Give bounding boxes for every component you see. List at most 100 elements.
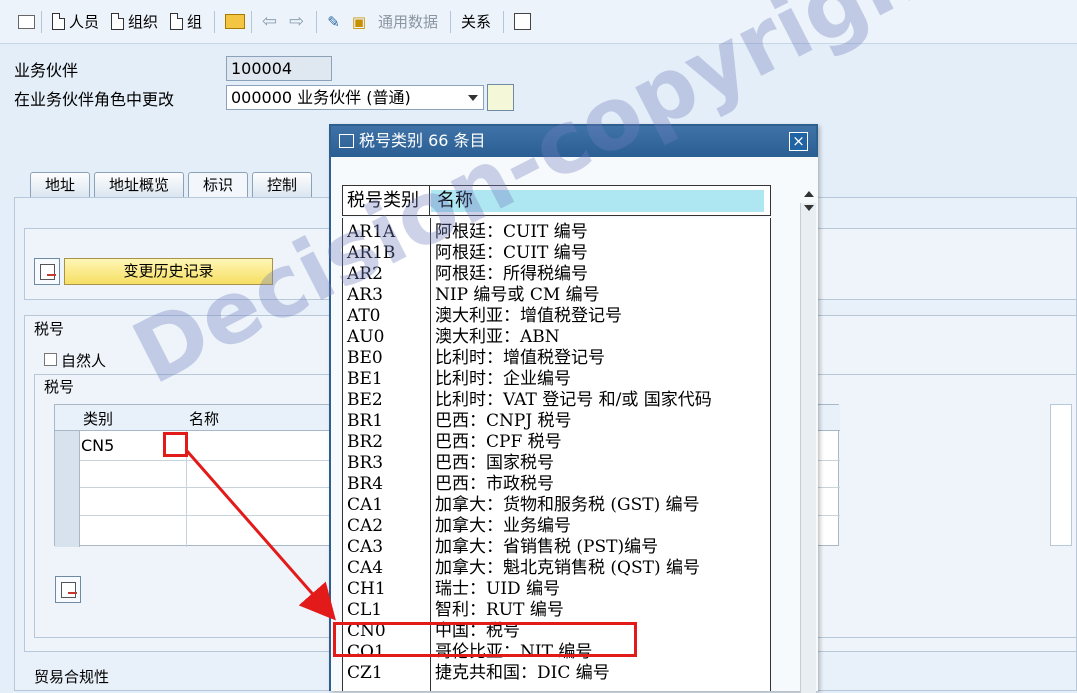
tax-category-code: AR1A bbox=[347, 222, 396, 242]
tab-address[interactable]: 地址 bbox=[30, 172, 91, 197]
tax-category-row[interactable]: AR3 NIP 编号或 CM 编号 bbox=[343, 285, 770, 306]
tab-identification[interactable]: 标识 bbox=[188, 172, 249, 197]
tax-category-name: 捷克共和国：DIC 编号 bbox=[435, 663, 610, 683]
tax-category-column-header: 税号类别 bbox=[343, 186, 430, 216]
tax-category-name: 巴西：市政税号 bbox=[435, 474, 554, 494]
tax-category-name: 加拿大：货物和服务税 (GST) 编号 bbox=[435, 495, 700, 515]
natural-person-checkbox[interactable] bbox=[44, 353, 57, 366]
tax-category-row[interactable]: BR2 巴西：CPF 税号 bbox=[343, 432, 770, 453]
tax-category-code: BE2 bbox=[347, 390, 383, 410]
tax-category-code: BR1 bbox=[347, 411, 384, 431]
relationships-button[interactable]: 关系 bbox=[461, 11, 491, 32]
switch-icon[interactable]: ▣ bbox=[352, 13, 366, 31]
business-partner-row: 业务伙伴 100004 bbox=[14, 56, 332, 81]
tax-category-name: 加拿大：魁北克销售税 (QST) 编号 bbox=[435, 558, 700, 578]
tax-category-code: AT0 bbox=[347, 306, 381, 326]
toolbar-separator bbox=[214, 10, 216, 33]
tax-category-row[interactable]: BR4 巴西：市政税号 bbox=[343, 474, 770, 495]
tax-category-name: 阿根廷：CUIT 编号 bbox=[435, 222, 588, 242]
tax-category-name: 比利时：企业编号 bbox=[435, 369, 571, 389]
scroll-up-icon[interactable] bbox=[804, 191, 814, 197]
tax-category-cell[interactable]: CN5 bbox=[81, 436, 114, 455]
tax-number-group-title: 税号 bbox=[44, 378, 75, 396]
tax-category-row[interactable]: AR2 阿根廷：所得税编号 bbox=[343, 264, 770, 285]
organization-button-label: 组织 bbox=[128, 13, 159, 31]
gear-list-icon[interactable] bbox=[514, 13, 532, 30]
tax-category-code: CA2 bbox=[347, 516, 384, 536]
toolbar-separator bbox=[503, 10, 505, 33]
general-data-button: 通用数据 bbox=[378, 13, 439, 31]
tax-category-name: 加拿大：业务编号 bbox=[435, 516, 571, 536]
popup-vertical-scrollbar[interactable] bbox=[800, 191, 816, 693]
search-icon[interactable] bbox=[487, 84, 514, 111]
tax-category-code: CA4 bbox=[347, 558, 384, 578]
document-icon bbox=[52, 13, 65, 30]
tax-category-name: 智利：RUT 编号 bbox=[435, 600, 564, 620]
chevron-down-icon[interactable] bbox=[468, 94, 478, 101]
tax-category-row[interactable]: BE2 比利时：VAT 登记号 和/或 国家代码 bbox=[343, 390, 770, 411]
tax-category-name: 巴西：CNPJ 税号 bbox=[435, 411, 572, 431]
tax-category-row[interactable]: CZ1 捷克共和国：DIC 编号 bbox=[343, 663, 770, 684]
folder-open-icon[interactable] bbox=[225, 14, 246, 29]
tax-category-code: CL1 bbox=[347, 600, 383, 620]
toolbar-separator bbox=[316, 10, 318, 33]
tax-category-row[interactable]: BE0 比利时：增值税登记号 bbox=[343, 348, 770, 369]
business-partner-label: 业务伙伴 bbox=[14, 60, 79, 80]
document-icon bbox=[111, 13, 125, 30]
tax-category-code: CH1 bbox=[347, 579, 386, 599]
tax-category-row[interactable]: CA1 加拿大：货物和服务税 (GST) 编号 bbox=[343, 495, 770, 516]
tax-category-row[interactable]: CA4 加拿大：魁北克销售税 (QST) 编号 bbox=[343, 558, 770, 579]
tax-category-name: 比利时：增值税登记号 bbox=[435, 348, 605, 368]
tax-category-name: 比利时：VAT 登记号 和/或 国家代码 bbox=[435, 390, 712, 410]
tax-category-code: AR2 bbox=[347, 264, 383, 284]
tax-category-code: BE0 bbox=[347, 348, 383, 368]
business-partner-field[interactable]: 100004 bbox=[226, 56, 332, 81]
tax-category-name: 巴西：CPF 税号 bbox=[435, 432, 562, 452]
tax-category-name: NIP 编号或 CM 编号 bbox=[435, 285, 600, 305]
scroll-down-icon[interactable] bbox=[804, 205, 814, 211]
toolbar-separator bbox=[450, 10, 452, 33]
tab-address-overview[interactable]: 地址概览 bbox=[94, 172, 185, 197]
organization-button[interactable]: 组织 bbox=[111, 11, 158, 32]
natural-person-checkbox-row[interactable]: 自然人 bbox=[44, 350, 106, 371]
next-icon[interactable]: ⇨ bbox=[289, 11, 304, 32]
delete-row-icon[interactable] bbox=[34, 258, 60, 285]
tax-number-section-title: 税号 bbox=[34, 320, 65, 338]
delete-row-icon[interactable] bbox=[55, 576, 81, 603]
tax-category-row[interactable]: BR1 巴西：CNPJ 税号 bbox=[343, 411, 770, 432]
tax-category-code: CZ1 bbox=[347, 663, 383, 683]
tax-category-row[interactable]: BE1 比利时：企业编号 bbox=[343, 369, 770, 390]
tax-category-code: AU0 bbox=[347, 327, 385, 347]
table-vertical-scrollbar[interactable] bbox=[1050, 404, 1072, 546]
tab-control[interactable]: 控制 bbox=[252, 172, 313, 197]
tax-category-code: AR3 bbox=[347, 285, 383, 305]
close-icon[interactable]: × bbox=[789, 132, 808, 151]
previous-icon[interactable]: ⇦ bbox=[262, 11, 277, 32]
person-button-label: 人员 bbox=[69, 13, 100, 31]
tax-category-name: 瑞士：UID 编号 bbox=[435, 579, 561, 599]
tax-category-list: AR1A 阿根廷：CUIT 编号 AR1B 阿根廷：CUIT 编号 AR2 阿根廷：所得税… bbox=[342, 218, 771, 691]
toolbar-separator bbox=[41, 10, 42, 33]
tax-category-row[interactable]: CA2 加拿大：业务编号 bbox=[343, 516, 770, 537]
group-button[interactable]: 组 bbox=[170, 11, 202, 32]
application-toolbar: 人员 组织 组 ⇦ ⇨ ✎ ▣ 通用数据 关系 bbox=[0, 0, 1077, 44]
edit-display-icon[interactable]: ✎ bbox=[327, 13, 340, 31]
tax-category-row[interactable]: CA3 加拿大：省销售税 (PST)编号 bbox=[343, 537, 770, 558]
natural-person-label: 自然人 bbox=[61, 352, 107, 370]
tax-category-row[interactable]: CL1 智利：RUT 编号 bbox=[343, 600, 770, 621]
role-select[interactable]: 000000 业务伙伴 (普通) bbox=[226, 85, 484, 110]
tab-strip: 地址 地址概览 标识 控制 bbox=[30, 172, 316, 197]
tax-category-row[interactable]: AU0 澳大利亚：ABN bbox=[343, 327, 770, 348]
trade-compliance-section-title: 贸易合规性 bbox=[34, 668, 110, 686]
tax-category-code: CA1 bbox=[347, 495, 384, 515]
tax-category-row[interactable]: CH1 瑞士：UID 编号 bbox=[343, 579, 770, 600]
tax-category-row[interactable]: AR1A 阿根廷：CUIT 编号 bbox=[343, 222, 770, 243]
popup-list-header: 税号类别 名称 bbox=[342, 185, 771, 216]
tax-category-row[interactable]: BR3 巴西：国家税号 bbox=[343, 453, 770, 474]
change-history-button[interactable]: 变更历史记录 bbox=[64, 258, 273, 285]
tax-category-row[interactable]: AR1B 阿根廷：CUIT 编号 bbox=[343, 243, 770, 264]
tax-category-name: 阿根廷：所得税编号 bbox=[435, 264, 588, 284]
tax-category-row[interactable]: AT0 澳大利亚：增值税登记号 bbox=[343, 306, 770, 327]
table-view-icon[interactable] bbox=[18, 14, 35, 29]
person-button[interactable]: 人员 bbox=[52, 11, 99, 32]
